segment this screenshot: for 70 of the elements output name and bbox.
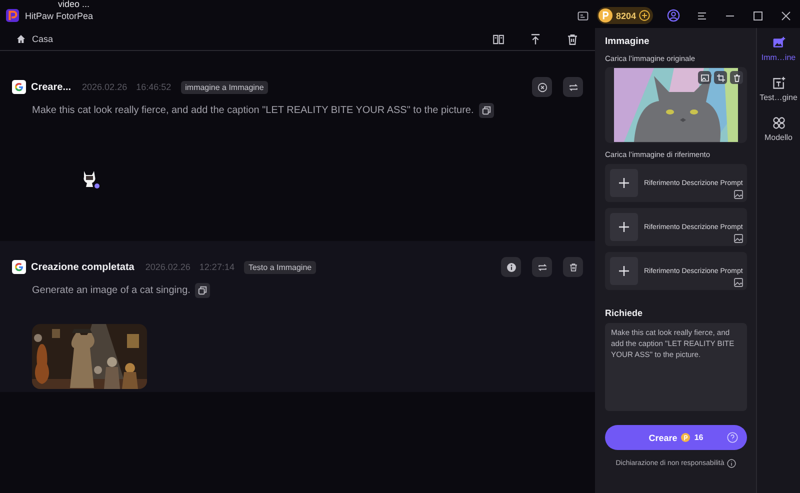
coin-icon [598, 8, 613, 23]
date-text: 2026.02.26 [82, 82, 128, 92]
model-icon [772, 116, 786, 130]
info-button[interactable] [501, 257, 521, 277]
swap-arrows-icon [536, 262, 548, 272]
status-title: Creare... [31, 82, 72, 92]
replace-image-button[interactable] [698, 71, 711, 84]
mode-tab[interactable]: Modello [758, 112, 798, 146]
regenerate-button[interactable] [532, 257, 552, 277]
cancel-button[interactable] [532, 77, 552, 97]
trash-icon [732, 74, 740, 82]
google-logo-icon [12, 80, 26, 94]
image-icon [772, 36, 786, 50]
credits-count: 8204 [616, 10, 636, 20]
info-icon [506, 262, 516, 272]
info-icon[interactable] [727, 459, 736, 468]
trash-icon[interactable] [566, 32, 579, 46]
crop-icon [716, 74, 724, 82]
delete-button[interactable] [563, 257, 583, 277]
prompt-text: Make this cat look really fierce, and add the caption "LET REALITY BITE YOUR ASS" to the picture. [32, 105, 474, 116]
add-button[interactable] [610, 169, 638, 197]
add-button[interactable] [610, 257, 638, 285]
plus-icon [618, 265, 630, 277]
panel-title: Immagine [605, 36, 650, 47]
swap-arrows-icon [568, 82, 578, 92]
breadcrumb-link[interactable]: Casa [32, 34, 468, 44]
regenerate-button[interactable] [563, 77, 583, 97]
tooltip-text: video ... [58, 0, 90, 9]
app-logo-icon [6, 9, 19, 22]
image-icon[interactable] [734, 190, 743, 199]
close-icon[interactable] [781, 10, 791, 20]
add-icon[interactable] [639, 10, 650, 21]
plus-icon [618, 221, 630, 233]
plus-icon [618, 177, 630, 189]
time-text: 16:46:52 [136, 82, 172, 92]
mode-tag: immagine a Immagine [181, 80, 268, 94]
mode-tab[interactable]: Imm…ine [758, 32, 798, 66]
copy-button[interactable] [195, 283, 210, 298]
image-icon[interactable] [734, 234, 743, 243]
text-image-icon [772, 76, 786, 90]
time-text: 12:27:14 [199, 262, 234, 272]
google-logo-icon [12, 260, 26, 274]
home-icon[interactable] [16, 34, 26, 44]
maximize-icon[interactable] [753, 10, 763, 20]
user-icon[interactable] [667, 9, 680, 22]
mode-tab[interactable]: Test…gine [758, 72, 798, 106]
copy-icon [198, 286, 208, 295]
app-title: HitPaw FotorPea [25, 10, 94, 20]
close-icon [536, 82, 548, 92]
mode-tag: Testo a Immagine [244, 260, 316, 274]
copy-icon [482, 106, 491, 115]
book-icon[interactable] [492, 32, 505, 46]
menu-icon[interactable] [697, 10, 707, 20]
upload-icon[interactable] [529, 32, 542, 46]
section-title: Richiede [605, 308, 644, 318]
credits-badge[interactable]: 8204 [596, 7, 653, 24]
trash-icon [568, 262, 578, 272]
add-button[interactable] [610, 213, 638, 241]
image-icon[interactable] [734, 278, 743, 287]
delete-button[interactable] [730, 71, 743, 84]
date-text: 2026.02.26 [145, 262, 190, 272]
prompt-text: Generate an image of a cat singing. [32, 285, 190, 296]
status-title: Creazione completata [31, 262, 134, 272]
screen-icon[interactable] [576, 10, 589, 22]
coin-icon [681, 433, 690, 442]
crop-button[interactable] [714, 71, 727, 84]
help-icon[interactable] [727, 432, 738, 443]
copy-button[interactable] [478, 103, 494, 118]
create-button[interactable]: Creare 16 [605, 425, 747, 450]
image-icon [700, 74, 708, 82]
